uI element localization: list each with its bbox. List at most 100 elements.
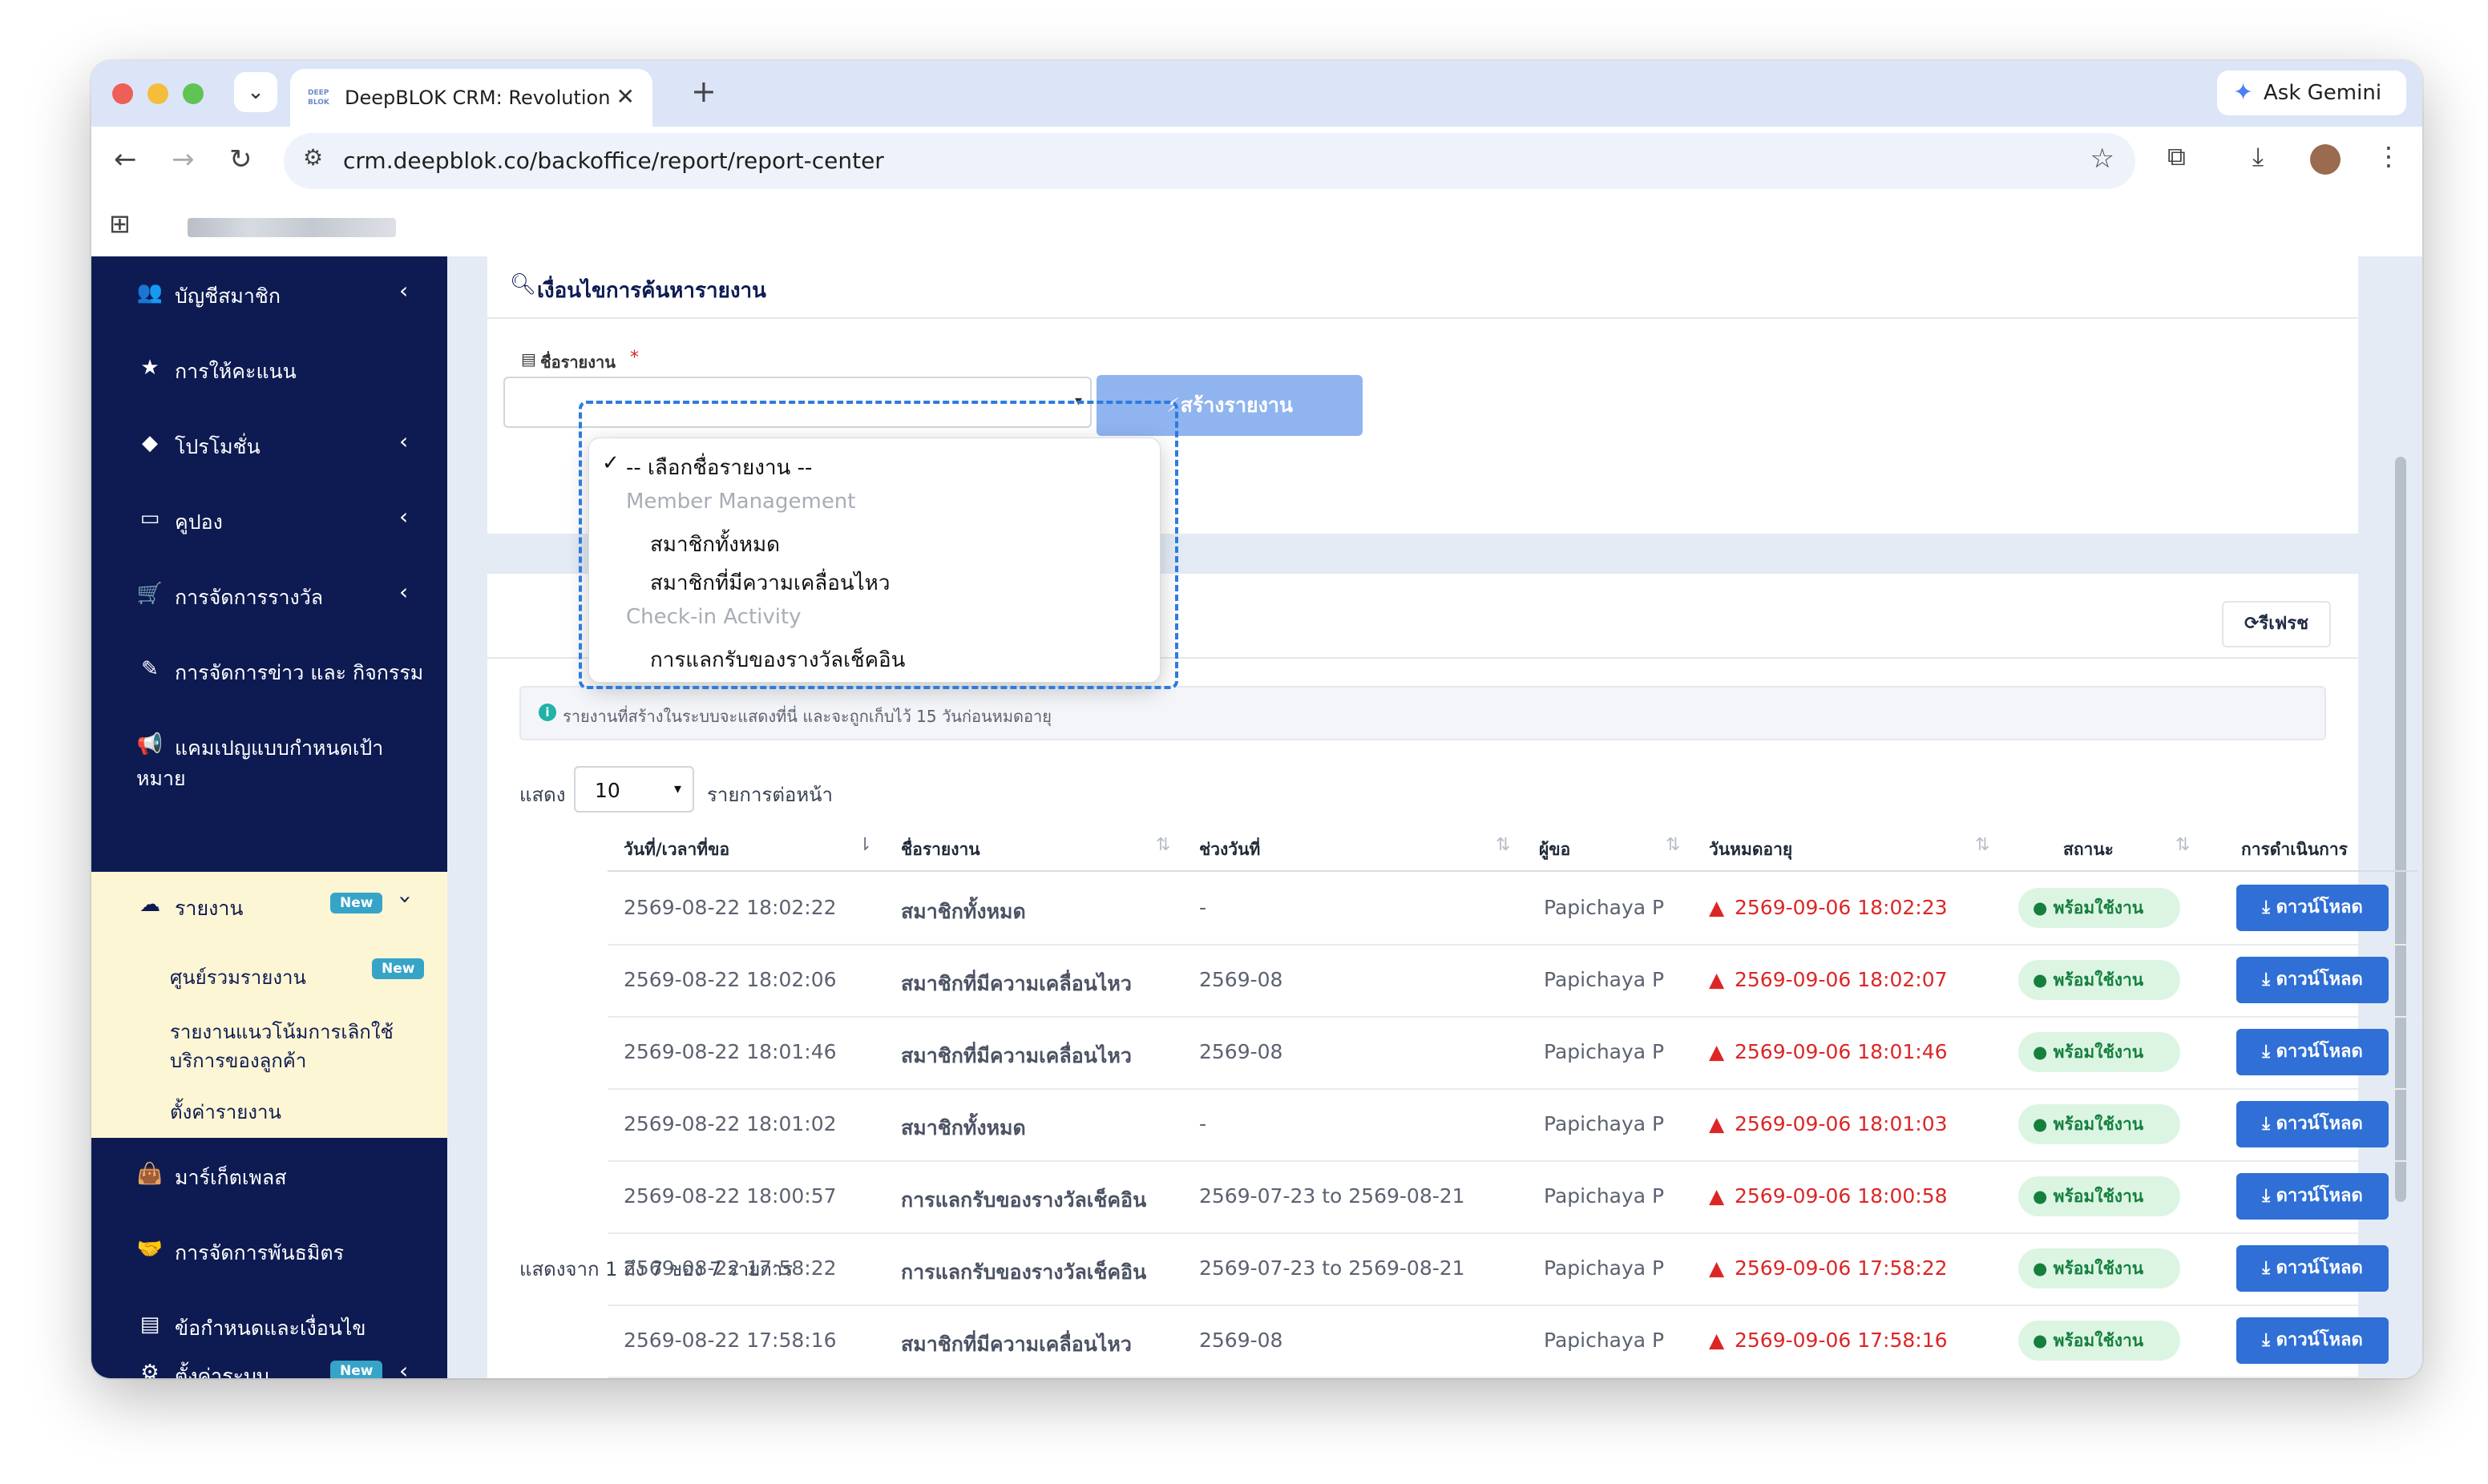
- cell-requester: Papichaya P: [1544, 1256, 1665, 1280]
- download-button[interactable]: ⤓ ดาวน์โหลด: [2236, 1173, 2389, 1220]
- sort-desc-icon[interactable]: ⇂: [858, 835, 872, 855]
- site-settings-icon[interactable]: ⚙: [303, 144, 323, 171]
- sidebar-item-points[interactable]: ★ การให้คะแนน: [91, 332, 447, 407]
- close-tab-icon[interactable]: ✕: [616, 83, 635, 110]
- column-header-report-name[interactable]: ชื่อรายงาน: [901, 837, 980, 863]
- download-label: ดาวน์โหลด: [2276, 1042, 2363, 1062]
- refresh-icon: ⟳: [2244, 614, 2260, 634]
- cell-date-range: 2569-07-23 to 2569-08-21: [1199, 1184, 1465, 1208]
- cell-requester: Papichaya P: [1544, 1112, 1665, 1135]
- download-button[interactable]: ⤓ ดาวน์โหลด: [2236, 1245, 2389, 1292]
- page-size-select[interactable]: 10 ▾: [574, 766, 694, 813]
- warning-icon: ▲: [1709, 1112, 1725, 1135]
- profile-avatar[interactable]: [2310, 144, 2341, 175]
- download-icon[interactable]: ⤓: [2252, 141, 2264, 172]
- minimize-window-button[interactable]: [147, 83, 168, 104]
- sidebar-item-reports[interactable]: ☁ รายงาน New ‹: [91, 872, 447, 936]
- file-icon: ▤: [521, 349, 536, 369]
- maximize-window-button[interactable]: [183, 83, 204, 104]
- sidebar-item-label: การจัดการข่าว และ กิจกรรม: [175, 661, 424, 684]
- column-header-requested[interactable]: วันที่/เวลาที่ขอ: [624, 837, 729, 863]
- active-tab[interactable]: DEEP BLOK DeepBLOK CRM: Revolutioniz ✕: [290, 69, 652, 127]
- sort-icon[interactable]: ⇅: [1156, 835, 1170, 855]
- sidebar-sub-churn-report-line2[interactable]: บริการของลูกค้า: [170, 1045, 306, 1076]
- sidebar-item-marketplace[interactable]: 👜 มาร์เก็ตเพลส: [91, 1138, 447, 1213]
- sidebar-sub-report-settings[interactable]: ตั้งค่ารายงาน: [170, 1096, 281, 1127]
- status-badge: ● พร้อมใช้งาน: [2018, 1321, 2180, 1361]
- cell-report-name: สมาชิกที่มีความเคลื่อนไหว: [901, 972, 1132, 995]
- sidebar-reports-section: ☁ รายงาน New ‹ ศูนย์รวมรายงาน New รายงาน…: [91, 872, 447, 1138]
- sort-icon[interactable]: ⇅: [1975, 835, 1989, 855]
- browser-menu-icon[interactable]: ⋮: [2376, 141, 2401, 171]
- forward-arrow-icon[interactable]: →: [172, 139, 195, 179]
- status-text: พร้อมใช้งาน: [2053, 970, 2144, 990]
- file-icon: ▤: [139, 1313, 160, 1337]
- refresh-button[interactable]: ⟳รีเฟรช: [2222, 601, 2331, 647]
- table-row: 2569-08-22 18:00:57 การแลกรับของรางวัลเช…: [608, 1162, 2417, 1234]
- close-window-button[interactable]: [112, 83, 133, 104]
- download-icon: ⤓: [2262, 897, 2270, 917]
- column-header-requester[interactable]: ผู้ขอ: [1539, 837, 1570, 863]
- warning-icon: ▲: [1709, 1256, 1725, 1280]
- download-icon: ⤓: [2262, 1042, 2270, 1062]
- sidebar: 👥 บัญชีสมาชิก ‹ ★ การให้คะแนน ◆ โปรโมชั่…: [91, 256, 447, 1378]
- download-label: ดาวน์โหลด: [2276, 1258, 2363, 1278]
- sidebar-item-coupons[interactable]: ▭ คูปอง ‹: [91, 482, 447, 558]
- required-mark: *: [630, 348, 639, 368]
- sort-icon[interactable]: ⇅: [2175, 835, 2190, 855]
- sidebar-item-label: บัญชีสมาชิก: [175, 284, 281, 308]
- sidebar-item-news[interactable]: ✎ การจัดการข่าว และ กิจกรรม: [91, 633, 447, 708]
- sort-icon[interactable]: ⇅: [1496, 835, 1510, 855]
- column-header-date-range[interactable]: ช่วงวันที่: [1199, 837, 1260, 863]
- blurred-bookmark[interactable]: [188, 218, 396, 237]
- sidebar-item-system-settings[interactable]: ⚙ ตั้งค่าระบบ New ‹: [91, 1337, 447, 1378]
- download-button[interactable]: ⤓ ดาวน์โหลด: [2236, 1317, 2389, 1364]
- cell-requested: 2569-08-22 18:01:46: [624, 1040, 837, 1063]
- bookmark-star-icon[interactable]: ☆: [2090, 143, 2114, 175]
- cell-requested: 2569-08-22 18:00:57: [624, 1184, 837, 1208]
- reload-icon[interactable]: ↻: [229, 139, 252, 179]
- sidebar-item-rewards[interactable]: 🛒 การจัดการรางวัล ‹: [91, 558, 447, 633]
- cell-report-name: การแลกรับของรางวัลเช็คอิน: [901, 1188, 1147, 1212]
- cell-report-name: สมาชิกทั้งหมด: [901, 900, 1026, 923]
- column-header-expires[interactable]: วันหมดอายุ: [1709, 837, 1792, 863]
- cell-date-range: -: [1199, 896, 1207, 919]
- new-tab-button[interactable]: +: [691, 75, 717, 107]
- ask-gemini-button[interactable]: ✦ Ask Gemini: [2217, 71, 2406, 115]
- download-button[interactable]: ⤓ ดาวน์โหลด: [2236, 1101, 2389, 1147]
- sidebar-item-campaigns[interactable]: 📢 แคมเปญแบบกำหนดเป้า หมาย: [91, 708, 447, 796]
- sidebar-item-promotions[interactable]: ◆ โปรโมชั่น ‹: [91, 407, 447, 482]
- cell-requested: 2569-08-22 18:02:06: [624, 968, 837, 991]
- search-icon: 🔍︎: [510, 272, 537, 296]
- cell-date-range: 2569-07-23 to 2569-08-21: [1199, 1256, 1465, 1280]
- cell-report-name: สมาชิกที่มีความเคลื่อนไหว: [901, 1044, 1132, 1067]
- sidebar-sub-churn-report[interactable]: รายงานแนวโน้มการเลิกใช้: [170, 1016, 394, 1047]
- megaphone-icon: 📢: [136, 732, 164, 756]
- cell-expires: 2569-09-06 17:58:16: [1735, 1329, 1948, 1352]
- info-icon: i: [539, 704, 556, 721]
- download-button[interactable]: ⤓ ดาวน์โหลด: [2236, 1029, 2389, 1075]
- column-header-actions: การดำเนินการ: [2241, 840, 2348, 859]
- cell-requester: Papichaya P: [1544, 1040, 1665, 1063]
- apps-grid-icon[interactable]: ⊞: [109, 208, 131, 239]
- chevron-down-icon: ‹: [390, 894, 418, 905]
- sort-icon[interactable]: ⇅: [1666, 835, 1680, 855]
- status-badge: ● พร้อมใช้งาน: [2018, 1032, 2180, 1072]
- info-alert: i รายงานที่สร้างในระบบจะแสดงที่นี่ และจะ…: [519, 686, 2326, 740]
- sidebar-sub-report-center[interactable]: ศูนย์รวมรายงาน: [170, 962, 306, 993]
- status-text: พร้อมใช้งาน: [2053, 1187, 2144, 1206]
- download-label: ดาวน์โหลด: [2276, 1330, 2363, 1350]
- address-bar[interactable]: ⚙ crm.deepblok.co/backoffice/report/repo…: [284, 133, 2135, 189]
- new-badge: New: [372, 958, 425, 979]
- sidebar-item-members[interactable]: 👥 บัญชีสมาชิก ‹: [91, 256, 447, 332]
- extensions-puzzle-icon[interactable]: ⧉: [2167, 141, 2186, 172]
- warning-icon: ▲: [1709, 1040, 1725, 1063]
- sidebar-item-partners[interactable]: 🤝 การจัดการพันธมิตร: [91, 1213, 447, 1288]
- tab-search-button[interactable]: ⌄: [234, 72, 277, 112]
- back-arrow-icon[interactable]: ←: [114, 139, 137, 179]
- caret-down-icon: ▾: [673, 780, 681, 797]
- download-button[interactable]: ⤓ ดาวน์โหลด: [2236, 957, 2389, 1003]
- download-button[interactable]: ⤓ ดาวน์โหลด: [2236, 885, 2389, 931]
- column-header-status[interactable]: สถานะ: [2063, 837, 2114, 863]
- status-badge: ● พร้อมใช้งาน: [2018, 1176, 2180, 1216]
